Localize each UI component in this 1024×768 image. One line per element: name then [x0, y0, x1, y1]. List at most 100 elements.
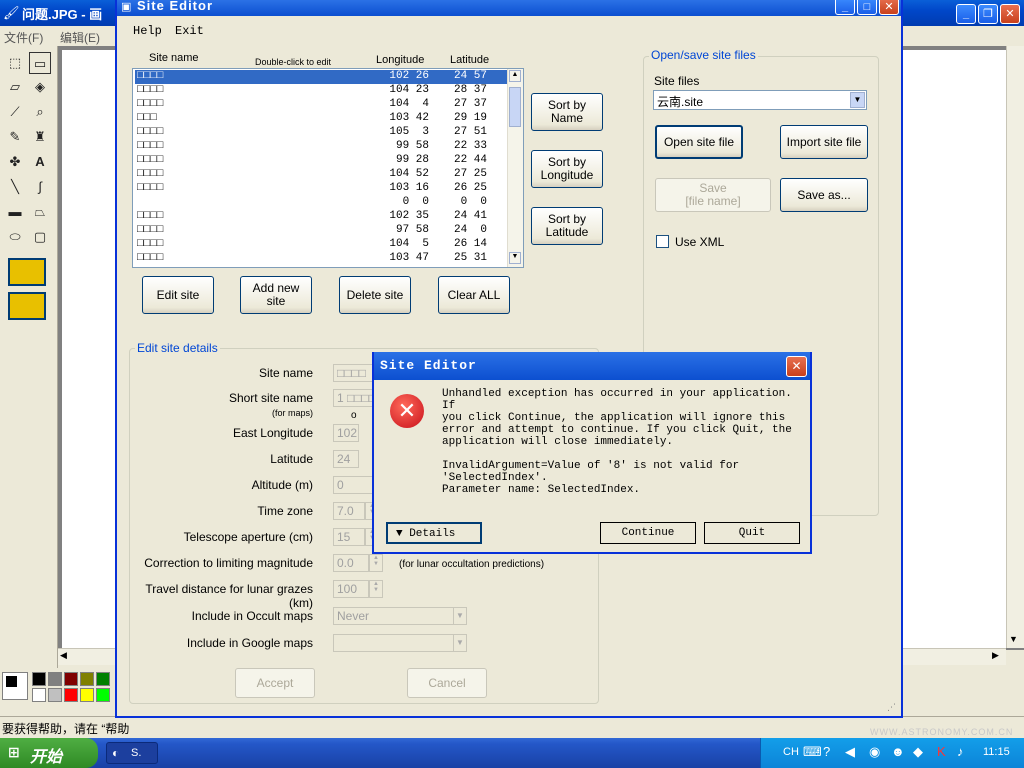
eraser-icon[interactable]: ▱	[4, 76, 26, 98]
open-site-file-button[interactable]: Open site file	[655, 125, 743, 159]
site-list-row[interactable]: □□□□ 103 16 26 25	[135, 182, 507, 196]
color-swatch[interactable]	[32, 688, 46, 702]
dialog-close-icon[interactable]: ✕	[786, 356, 807, 377]
quit-button[interactable]: Quit	[704, 522, 800, 544]
add-new-site-button[interactable]: Add new site	[240, 276, 312, 314]
rounded-rect-icon[interactable]: ▢	[29, 226, 51, 248]
text-tool-icon[interactable]: A	[29, 151, 51, 173]
tray-arrow-icon[interactable]: ◀	[845, 744, 855, 760]
detail-field[interactable]: 15	[333, 528, 365, 546]
delete-site-button[interactable]: Delete site	[339, 276, 411, 314]
paint-close-icon[interactable]: ✕	[1000, 4, 1020, 24]
magnifier-icon[interactable]: ⌕	[29, 101, 51, 123]
site-list-row[interactable]: □□□ 103 42 29 19	[135, 112, 507, 126]
save-button[interactable]: Save [file name]	[655, 178, 771, 212]
save-as-button[interactable]: Save as...	[780, 178, 868, 212]
detail-field[interactable]: 7.0	[333, 502, 365, 520]
fill-icon[interactable]: ◈	[29, 76, 51, 98]
polygon-icon[interactable]: ⏢	[29, 201, 51, 223]
scroll-up-icon[interactable]: ▲	[509, 70, 521, 82]
k-icon[interactable]: K	[937, 744, 946, 759]
continue-button[interactable]: Continue	[600, 522, 696, 544]
resize-grip-icon[interactable]: ⋰	[887, 702, 896, 713]
accept-button[interactable]: Accept	[235, 668, 315, 698]
site-list-row[interactable]: □□□□ 104 5 26 14	[135, 238, 507, 252]
site-files-dropdown[interactable]: 云南.site ▼	[653, 90, 867, 110]
network-icon[interactable]: ◉	[869, 744, 880, 760]
site-list-scrollbar[interactable]: ▲ ▼	[507, 69, 523, 267]
scroll-left-icon[interactable]: ◀	[60, 650, 67, 661]
color-swatch[interactable]	[96, 688, 110, 702]
paint-menu-edit[interactable]: 编辑(E)	[60, 29, 100, 46]
free-select-icon[interactable]: ⬚	[4, 52, 26, 74]
rectangle-icon[interactable]: ▬	[4, 201, 26, 223]
paint-vertical-scrollbar[interactable]: ▼	[1006, 46, 1024, 648]
use-xml-checkbox[interactable]	[656, 235, 669, 248]
site-list-row[interactable]: □□□□ 103 47 25 31	[135, 252, 507, 266]
sort-by-name-button[interactable]: Sort by Name	[531, 93, 603, 131]
chevron-down-icon[interactable]: ▼	[850, 92, 865, 108]
clear-all-button[interactable]: Clear ALL	[438, 276, 510, 314]
volume-icon[interactable]: ♪	[957, 744, 964, 759]
menu-exit[interactable]: Exit	[175, 24, 204, 38]
scroll-down-icon[interactable]: ▼	[1009, 634, 1018, 644]
detail-field[interactable]: Never	[333, 607, 467, 625]
antivirus-icon[interactable]: ◆	[913, 744, 923, 760]
qq-icon[interactable]: ☻	[891, 744, 905, 759]
color-swatch[interactable]	[32, 672, 46, 686]
site-list-row[interactable]: □□□□ 104 23 28 37	[135, 84, 507, 98]
spinner-icon[interactable]: ▲▼	[369, 554, 383, 572]
chevron-down-icon[interactable]: ▼	[453, 634, 467, 652]
paint-restore-icon[interactable]: ❐	[978, 4, 998, 24]
site-list-row[interactable]: 0 0 0 0	[135, 196, 507, 210]
brush-icon[interactable]: ♜	[29, 126, 51, 148]
airbrush-icon[interactable]: ✤	[4, 151, 26, 173]
se-minimize-icon[interactable]: _	[835, 0, 855, 15]
scroll-down-icon[interactable]: ▼	[509, 252, 521, 264]
site-list-row[interactable]: □□□□ 105 3 27 51	[135, 126, 507, 140]
color-swatch[interactable]	[96, 672, 110, 686]
details-button[interactable]: ▼ Details	[386, 522, 482, 544]
spinner-icon[interactable]: ▲▼	[369, 580, 383, 598]
picker-icon[interactable]: ⟋	[4, 101, 26, 123]
site-list-row[interactable]: □□□□ 99 58 22 33	[135, 140, 507, 154]
pencil-icon[interactable]: ✎	[4, 126, 26, 148]
detail-field[interactable]: 100	[333, 580, 369, 598]
line-icon[interactable]: ╲	[4, 176, 26, 198]
site-list-row[interactable]: □□□□ 102 26 24 57	[135, 70, 507, 84]
site-list-row[interactable]: □□□□ 97 58 24 0	[135, 224, 507, 238]
color-swatch[interactable]	[64, 688, 78, 702]
keyboard-icon[interactable]: ⌨	[803, 744, 822, 760]
scroll-right-icon[interactable]: ▶	[992, 650, 999, 661]
site-list[interactable]: □□□□ 102 26 24 57 □□□□ 104 23 28 37 □□□□ 104 4 2…	[132, 68, 524, 268]
scroll-thumb[interactable]	[509, 87, 521, 127]
ellipse-icon[interactable]: ⬭	[4, 226, 26, 248]
import-site-file-button[interactable]: Import site file	[780, 125, 868, 159]
chevron-down-icon[interactable]: ▼	[453, 607, 467, 625]
site-list-row[interactable]: □□□□ 104 52 27 25	[135, 168, 507, 182]
start-button[interactable]: ⊞ 开始	[0, 738, 98, 768]
sort-by-latitude-button[interactable]: Sort by Latitude	[531, 207, 603, 245]
site-list-row[interactable]: □□□□ 104 4 27 37	[135, 98, 507, 112]
site-list-row[interactable]: □□□□ 102 35 24 41	[135, 210, 507, 224]
color-swatch[interactable]	[64, 672, 78, 686]
current-colors[interactable]	[2, 672, 28, 700]
menu-help[interactable]: Help	[133, 24, 162, 38]
paint-menu-file[interactable]: 文件(F)	[4, 29, 43, 46]
detail-field[interactable]	[333, 634, 467, 652]
sort-by-longitude-button[interactable]: Sort by Longitude	[531, 150, 603, 188]
cancel-button[interactable]: Cancel	[407, 668, 487, 698]
taskbar-item-site-editor[interactable]: ◐ S.	[106, 742, 158, 764]
color-swatch[interactable]	[80, 672, 94, 686]
se-close-icon[interactable]: ✕	[879, 0, 899, 15]
help-icon[interactable]: ?	[823, 744, 830, 759]
site-list-row[interactable]: □□□□ 99 28 22 44	[135, 154, 507, 168]
color-swatch[interactable]	[48, 672, 62, 686]
curve-icon[interactable]: ∫	[29, 176, 51, 198]
se-maximize-icon[interactable]: □	[857, 0, 877, 15]
fill-option-icon[interactable]	[8, 258, 46, 286]
detail-field[interactable]: 24	[333, 450, 359, 468]
color-swatch[interactable]	[80, 688, 94, 702]
fill-option-2-icon[interactable]	[8, 292, 46, 320]
color-swatch[interactable]	[48, 688, 62, 702]
